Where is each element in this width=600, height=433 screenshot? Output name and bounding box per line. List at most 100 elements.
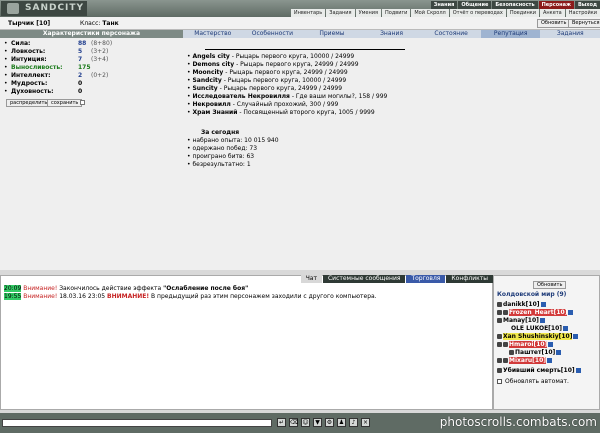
menu-exit[interactable]: Выход xyxy=(574,1,600,9)
chat-panel: 20:09 Внимание! Закончилось действие эфф… xyxy=(0,275,493,410)
message-time: 19:55 xyxy=(4,293,22,300)
player-item[interactable]: Frozen_Heart[10] xyxy=(497,309,574,317)
return-button[interactable]: Вернуться xyxy=(568,19,600,28)
save-checkbox[interactable] xyxy=(80,100,85,105)
submenu-duels[interactable]: Поединки xyxy=(506,9,539,17)
player-item[interactable]: Паштет[10] xyxy=(509,349,562,357)
stat-name: Духовность: xyxy=(11,88,54,95)
distribute-button[interactable]: распределить xyxy=(6,99,52,107)
stats-panel: Характеристики персонажа Сила: 88 (8+80) Л… xyxy=(0,30,183,270)
info-icon[interactable] xyxy=(568,310,574,315)
reputation-item: • Mooncity - Рыцарь первого круга, 24999… xyxy=(187,69,348,76)
info-icon[interactable] xyxy=(575,368,581,373)
menu-security[interactable]: Безопасность xyxy=(492,1,538,9)
stat-name: Ловкость: xyxy=(11,48,46,55)
info-icon[interactable] xyxy=(539,318,545,323)
player-name[interactable]: Manay[10] xyxy=(503,317,539,324)
submenu-inventory[interactable]: Инвентарь xyxy=(290,9,326,17)
tab-state[interactable]: Состояние xyxy=(421,30,481,38)
tab-mastery[interactable]: Мастерство xyxy=(183,30,243,38)
tab-trade[interactable]: Торговля xyxy=(406,275,446,283)
submenu-quests[interactable]: Задания xyxy=(326,9,355,17)
city-name: Исследователь Некровилля xyxy=(192,93,290,100)
player-name[interactable]: Mixaru[10] xyxy=(509,357,547,364)
submenu-skills[interactable]: Умения xyxy=(355,9,381,17)
location-title: Колдовской мир (9) xyxy=(497,291,567,298)
submenu-feats[interactable]: Подвиги xyxy=(382,9,411,17)
tab-bar: Мастерство Особенности Приемы Знания Сос… xyxy=(183,30,600,38)
players-refresh-button[interactable]: Обновить xyxy=(533,281,567,289)
player-name[interactable]: OLE LUKOE[10] xyxy=(511,325,562,332)
tab-techniques[interactable]: Приемы xyxy=(302,30,362,38)
refresh-button[interactable]: Обновить xyxy=(537,19,571,28)
player-name[interactable]: Xan Shushinskiy[10] xyxy=(503,333,573,340)
stat-strength: Сила: 88 (8+80) xyxy=(0,40,183,48)
submenu-my-scroll[interactable]: Мой Скролл xyxy=(411,9,449,17)
divider xyxy=(205,49,405,50)
player-item[interactable]: Убивший смерть[10] xyxy=(497,367,581,375)
player-item[interactable]: Xan Shushinskiy[10] xyxy=(497,333,579,341)
settings-icon[interactable]: ⚙ xyxy=(325,418,334,427)
player-item[interactable]: danikk[10] xyxy=(497,301,546,309)
today-line: • набрано опыта: 10 015 940 xyxy=(187,137,279,144)
clear-icon[interactable]: ⌫ xyxy=(289,418,298,427)
info-icon[interactable] xyxy=(556,350,562,355)
player-name[interactable]: Hmaroi[10] xyxy=(509,341,548,348)
filter-icon[interactable]: ▼ xyxy=(313,418,322,427)
reputation-item: • Храм Знаний - Посвященный второго круг… xyxy=(187,109,375,116)
menu-knowledge[interactable]: Знания xyxy=(430,1,458,9)
menu-communication[interactable]: Общение xyxy=(458,1,492,9)
tab-reputation[interactable]: Репутация xyxy=(480,30,541,38)
chat-input[interactable] xyxy=(2,419,272,427)
tab-knowledge[interactable]: Знания xyxy=(362,30,422,38)
info-icon[interactable] xyxy=(548,342,554,347)
tab-quests[interactable]: Задания xyxy=(540,30,600,38)
music-icon[interactable]: ♪ xyxy=(349,418,358,427)
sandcity-logo: SANDCITY xyxy=(1,1,87,16)
city-name: Mooncity xyxy=(192,69,224,76)
player-item[interactable]: Mixaru[10] xyxy=(497,357,553,365)
player-item[interactable]: Hmaroi[10] xyxy=(497,341,554,349)
watermark: photoscrolls.combats.com xyxy=(439,415,597,429)
tab-features[interactable]: Особенности xyxy=(243,30,303,38)
rank: - Посвященный второго круга, 1005 / 9999 xyxy=(237,109,375,116)
submenu-profile[interactable]: Анкета xyxy=(539,9,565,17)
city-name: Некровилл xyxy=(192,101,231,108)
info-icon[interactable] xyxy=(573,334,579,339)
player-item[interactable]: Manay[10] xyxy=(497,317,545,325)
player-name[interactable]: Убивший смерть[10] xyxy=(503,367,575,374)
player-name[interactable]: Frozen_Heart[10] xyxy=(509,309,568,316)
info-icon[interactable] xyxy=(547,358,553,363)
message-date: 18.03.16 23:05 xyxy=(57,293,108,300)
stat-intuition: Интуиция: 7 (3+4) xyxy=(0,56,183,64)
clan-icon xyxy=(497,342,502,347)
tab-conflicts[interactable]: Конфликты xyxy=(446,275,493,283)
submenu-settings[interactable]: Настройки xyxy=(565,9,600,17)
menu-character[interactable]: Персонаж xyxy=(538,1,574,9)
tab-system-messages[interactable]: Системные сообщения xyxy=(322,275,406,283)
warning-label: Внимание! xyxy=(23,285,58,292)
tab-chat[interactable]: Чат xyxy=(300,275,322,283)
player-name[interactable]: Паштет[10] xyxy=(515,349,555,356)
save-button[interactable]: сохранить xyxy=(47,99,83,107)
stat-value: 0 xyxy=(78,80,83,87)
city-name: Demons city xyxy=(192,61,235,68)
auto-refresh[interactable]: Обновлять автомат. xyxy=(497,378,569,385)
info-icon[interactable] xyxy=(563,326,569,331)
player-item[interactable]: OLE LUKOE[10] xyxy=(511,325,569,333)
stat-value: 175 xyxy=(78,64,91,71)
player-name[interactable]: danikk[10] xyxy=(503,301,540,308)
clan-icon xyxy=(497,302,502,307)
exit-icon[interactable]: × xyxy=(361,418,370,427)
smile-icon[interactable]: ☺ xyxy=(301,418,310,427)
message-text: Закончилось действие эффекта xyxy=(57,285,164,292)
stat-bonus: (8+80) xyxy=(91,40,113,47)
submenu-transfers[interactable]: Отчёт о переводах xyxy=(449,9,506,17)
sub-menu: Инвентарь Задания Умения Подвиги Мой Скр… xyxy=(290,9,600,17)
effect-name: "Ослабление после боя" xyxy=(163,285,249,292)
auto-refresh-checkbox[interactable] xyxy=(497,379,502,384)
info-icon[interactable] xyxy=(540,302,546,307)
person-icon[interactable]: ♟ xyxy=(337,418,346,427)
character-name[interactable]: Тырчик [10] xyxy=(8,20,50,27)
send-icon[interactable]: ↵ xyxy=(277,418,286,427)
